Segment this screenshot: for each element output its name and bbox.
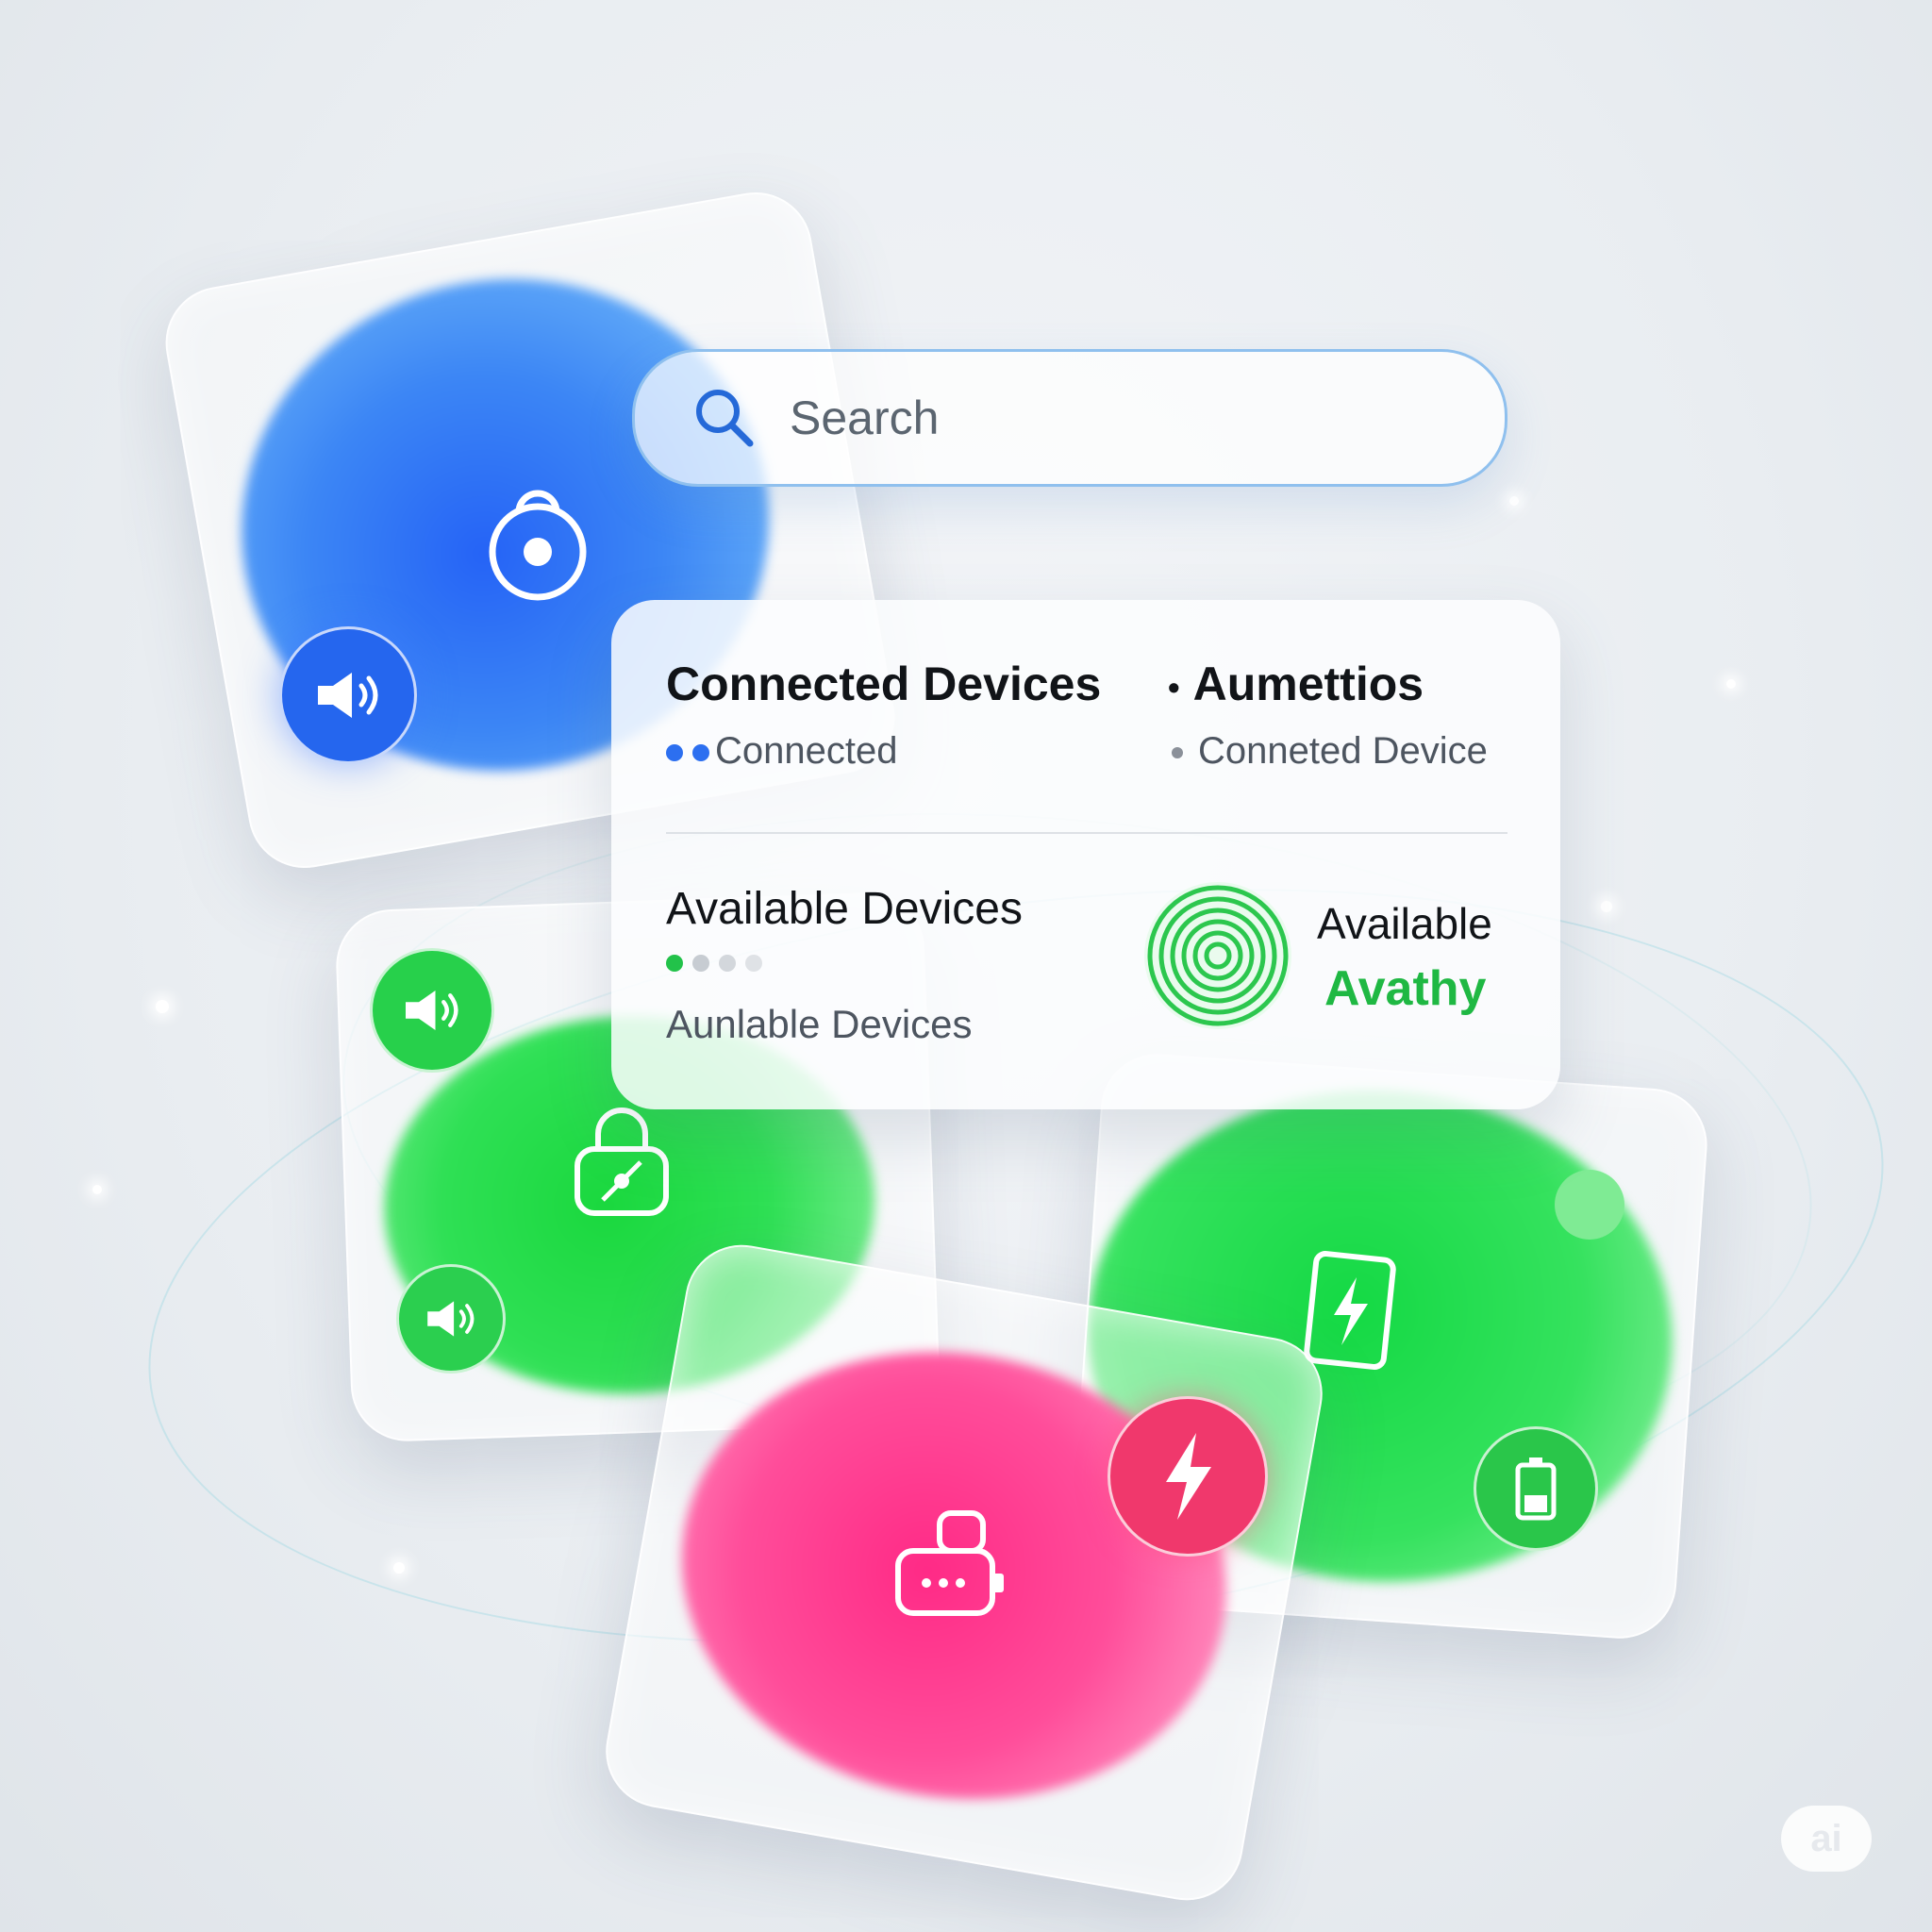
green-dot: [1555, 1170, 1624, 1240]
battery-charging-icon: [1304, 1251, 1396, 1370]
dot-active: [666, 955, 683, 972]
lock-icon: [489, 490, 587, 601]
radar-icon: [1144, 882, 1291, 1029]
ai-badge: ai: [1781, 1806, 1872, 1872]
aumettios-title[interactable]: • Aumettios: [1168, 657, 1424, 711]
speaker-icon: [406, 991, 458, 1030]
search-input[interactable]: [788, 390, 1452, 446]
lightning-icon: [1166, 1433, 1211, 1520]
dot: [745, 955, 762, 972]
sparkle: [1509, 496, 1519, 506]
dot: [692, 955, 709, 972]
connected-status-label: Connected: [715, 730, 898, 772]
divider: [666, 832, 1507, 834]
search-icon: [691, 385, 758, 451]
speaker-button[interactable]: [370, 948, 494, 1073]
sparkle: [92, 1185, 102, 1194]
aumettios-subtitle: Conneted Device: [1172, 730, 1488, 773]
unavailable-devices-label: Aunlable Devices: [666, 1002, 973, 1046]
speaker-button[interactable]: [279, 626, 417, 764]
battery-button[interactable]: [1474, 1426, 1598, 1551]
status-dot: [692, 744, 709, 762]
sparkle: [393, 1562, 405, 1574]
devices-panel: Connected Devices Connected • Aumettios C…: [611, 600, 1560, 1109]
lock-icon: [575, 1108, 669, 1216]
speaker-button[interactable]: [396, 1264, 506, 1374]
pagination-dots: [666, 955, 772, 972]
sparkle: [1726, 679, 1736, 689]
sparkle: [156, 1000, 169, 1013]
radar-label: Available: [1317, 899, 1492, 948]
available-devices-title: Available Devices: [666, 884, 1023, 934]
search-bar[interactable]: [632, 349, 1507, 487]
aumettios-subtitle-label: Conneted Device: [1198, 730, 1488, 772]
device-icon: [895, 1510, 1004, 1616]
connected-status: Connected: [666, 730, 897, 773]
battery-icon: [1515, 1457, 1557, 1521]
speaker-icon: [318, 673, 378, 718]
bullet: •: [1168, 667, 1180, 707]
sparkle: [1601, 901, 1612, 912]
status-dot: [1172, 747, 1183, 759]
aumettios-label: Aumettios: [1192, 658, 1424, 710]
radar-value: Avathy: [1324, 961, 1487, 1016]
connected-devices-title: Connected Devices: [666, 658, 1102, 710]
status-dot: [666, 744, 683, 762]
power-button[interactable]: [1108, 1396, 1268, 1557]
speaker-icon: [427, 1301, 475, 1337]
dot: [719, 955, 736, 972]
